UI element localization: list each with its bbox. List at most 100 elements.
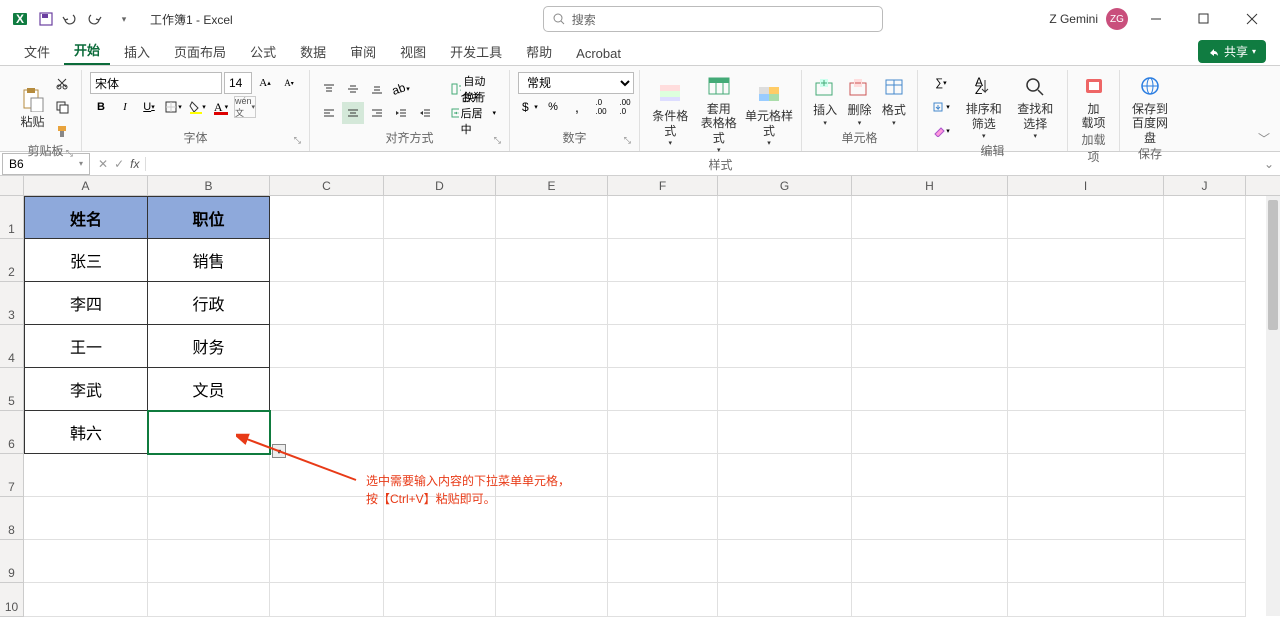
font-name-input[interactable] [90,72,222,94]
border-button[interactable]: ▾ [162,96,184,118]
fill-icon[interactable]: ▾ [926,96,956,118]
cell-H7[interactable] [852,454,1008,497]
font-size-input[interactable] [224,72,252,94]
tab-file[interactable]: 文件 [14,38,60,65]
table-cell-r3-c1[interactable]: 文员 [148,368,270,411]
format-cells-button[interactable]: 格式▾ [879,73,909,128]
cell-E5[interactable] [496,368,608,411]
cell-D9[interactable] [384,540,496,583]
avatar[interactable]: ZG [1106,8,1128,30]
col-header-H[interactable]: H [852,176,1008,195]
cell-C5[interactable] [270,368,384,411]
cell-I6[interactable] [1008,411,1164,454]
cell-J5[interactable] [1164,368,1246,411]
align-right-icon[interactable] [366,102,388,124]
cell-F6[interactable] [608,411,718,454]
align-top-icon[interactable] [318,78,340,100]
search-box[interactable]: 搜索 [543,6,883,32]
redo-icon[interactable] [86,7,110,31]
select-all-corner[interactable] [0,176,24,195]
copy-icon[interactable] [51,96,73,118]
save-icon[interactable] [34,7,58,31]
cell-F7[interactable] [608,454,718,497]
font-launcher-icon[interactable]: ⤡ [294,135,301,146]
cell-D3[interactable] [384,282,496,325]
scrollbar-thumb[interactable] [1268,200,1278,330]
tab-formulas[interactable]: 公式 [240,38,286,65]
tab-view[interactable]: 视图 [390,38,436,65]
decrease-decimal-icon[interactable]: .00.0 [614,96,636,118]
cell-I3[interactable] [1008,282,1164,325]
cell-H2[interactable] [852,239,1008,282]
table-cell-r2-c1[interactable]: 财务 [148,325,270,368]
insert-cells-button[interactable]: 插入▾ [810,73,840,128]
cell-H4[interactable] [852,325,1008,368]
col-header-E[interactable]: E [496,176,608,195]
row-header-3[interactable]: 3 [0,282,24,325]
cell-E3[interactable] [496,282,608,325]
cell-C6[interactable] [270,411,384,454]
cell-I1[interactable] [1008,196,1164,239]
cell-I7[interactable] [1008,454,1164,497]
table-cell-r2-c0[interactable]: 王一 [24,325,148,368]
cell-H6[interactable] [852,411,1008,454]
number-launcher-icon[interactable]: ⤡ [624,135,631,146]
col-header-B[interactable]: B [148,176,270,195]
cell-G3[interactable] [718,282,852,325]
cell-H3[interactable] [852,282,1008,325]
sort-filter-button[interactable]: AZ 排序和筛选▾ [960,72,1008,141]
table-header-0[interactable]: 姓名 [24,196,148,239]
row-header-1[interactable]: 1 [0,196,24,239]
conditional-format-button[interactable]: 条件格式▾ [648,79,692,148]
cell-I9[interactable] [1008,540,1164,583]
number-format-select[interactable]: 常规 [518,72,634,94]
cell-I4[interactable] [1008,325,1164,368]
increase-decimal-icon[interactable]: .0.00 [590,96,612,118]
row-header-10[interactable]: 10 [0,583,24,617]
cell-H10[interactable] [852,583,1008,617]
col-header-I[interactable]: I [1008,176,1164,195]
validation-dropdown-icon[interactable]: ▾ [272,444,286,458]
addin-button[interactable]: 加 载项 [1076,72,1111,131]
tab-acrobat[interactable]: Acrobat [566,42,631,65]
cell-H9[interactable] [852,540,1008,583]
table-header-1[interactable]: 职位 [148,196,270,239]
accounting-format-icon[interactable]: $▾ [518,96,540,118]
cell-G9[interactable] [718,540,852,583]
cell-F9[interactable] [608,540,718,583]
cell-A10[interactable] [24,583,148,617]
cell-G2[interactable] [718,239,852,282]
autosum-icon[interactable]: ∑▾ [926,72,956,94]
cell-C10[interactable] [270,583,384,617]
cell-styles-button[interactable]: 单元格样式▾ [745,79,793,148]
cell-J10[interactable] [1164,583,1246,617]
cell-E1[interactable] [496,196,608,239]
table-cell-r1-c1[interactable]: 行政 [148,282,270,325]
row-header-2[interactable]: 2 [0,239,24,282]
excel-icon[interactable]: X [8,7,32,31]
cell-G7[interactable] [718,454,852,497]
decrease-indent-icon[interactable] [390,102,412,124]
col-header-C[interactable]: C [270,176,384,195]
tab-data[interactable]: 数据 [290,38,336,65]
cell-J8[interactable] [1164,497,1246,540]
cell-F2[interactable] [608,239,718,282]
close-button[interactable] [1232,4,1272,34]
cell-C2[interactable] [270,239,384,282]
cell-G6[interactable] [718,411,852,454]
table-cell-r1-c0[interactable]: 李四 [24,282,148,325]
align-middle-icon[interactable] [342,78,364,100]
merge-button[interactable]: 合并后居中▾ [446,102,501,124]
table-cell-r3-c0[interactable]: 李武 [24,368,148,411]
cell-E10[interactable] [496,583,608,617]
fill-color-button[interactable]: ▾ [186,96,208,118]
align-left-icon[interactable] [318,102,340,124]
row-header-6[interactable]: 6 [0,411,24,454]
cell-I5[interactable] [1008,368,1164,411]
col-header-G[interactable]: G [718,176,852,195]
find-select-button[interactable]: 查找和选择▾ [1012,72,1060,141]
cell-C1[interactable] [270,196,384,239]
cell-E2[interactable] [496,239,608,282]
minimize-button[interactable] [1136,4,1176,34]
align-launcher-icon[interactable]: ⤡ [494,135,501,146]
